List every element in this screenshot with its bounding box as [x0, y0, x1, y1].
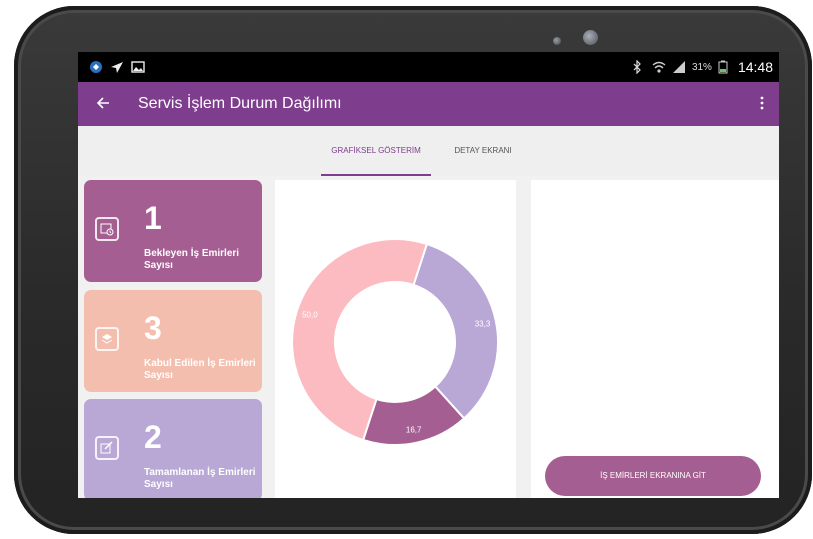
notification-icon [89, 60, 103, 74]
donut-label-0: 33,3 [475, 319, 491, 328]
donut-label-1: 16,7 [406, 426, 422, 435]
pending-count: 1 [144, 200, 162, 236]
go-to-work-orders-button[interactable]: İŞ EMİRLERİ EKRANINA GİT [545, 456, 761, 496]
page-title: Servis İşlem Durum Dağılımı [138, 95, 342, 112]
donut-chart: 33,3 16,7 50,0 [291, 238, 499, 446]
calendar-clock-icon [95, 217, 119, 241]
tab-bar: GRAFİKSEL GÖSTERİM DETAY EKRANI [78, 126, 779, 176]
tab-detay-ekrani[interactable]: DETAY EKRANI [443, 126, 523, 174]
accepted-label: Kabul Edilen İş Emirleri Sayısı [144, 358, 256, 381]
completed-label: Tamamlanan İş Emirleri Sayısı [144, 467, 256, 490]
front-sensor [553, 37, 561, 45]
bluetooth-icon [632, 59, 646, 75]
status-bar: 31% 14:48 [78, 52, 779, 82]
accepted-count: 3 [144, 310, 162, 346]
pending-label: Bekleyen İş Emirleri Sayısı [144, 248, 240, 271]
accepted-orders-card[interactable]: 3 Kabul Edilen İş Emirleri Sayısı [84, 290, 262, 392]
detail-panel: İŞ EMİRLERİ EKRANINA GİT [531, 180, 779, 498]
chart-panel: 33,3 16,7 50,0 [275, 180, 516, 498]
completed-orders-card[interactable]: 2 Tamamlanan İş Emirleri Sayısı [84, 399, 262, 498]
arrow-left-icon[interactable] [96, 94, 124, 115]
app-bar: Servis İşlem Durum Dağılımı [78, 82, 779, 126]
image-icon [131, 60, 145, 74]
layers-icon [95, 327, 119, 351]
pending-orders-card[interactable]: 1 Bekleyen İş Emirleri Sayısı [84, 180, 262, 282]
signal-icon [672, 60, 686, 74]
completed-count: 2 [144, 419, 162, 455]
front-camera [583, 30, 598, 45]
tab-grafiksel-gosterim[interactable]: GRAFİKSEL GÖSTERİM [321, 126, 431, 176]
donut-label-2: 50,0 [302, 310, 318, 319]
battery-icon [718, 60, 732, 74]
edit-check-icon [95, 436, 119, 460]
wifi-icon [652, 60, 666, 74]
app-screen: 31% 14:48 Servis İşlem Durum Dağılımı GR… [78, 52, 779, 498]
battery-percent: 31% [691, 61, 712, 73]
clock: 14:48 [737, 59, 773, 75]
more-vert-icon[interactable] [759, 95, 765, 113]
send-icon [110, 60, 124, 74]
